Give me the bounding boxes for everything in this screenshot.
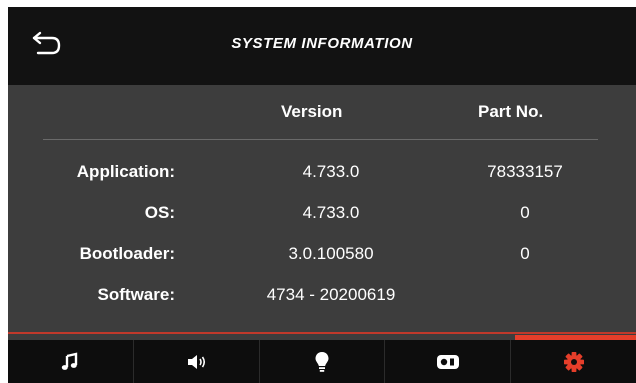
tab-audio[interactable] [134,340,260,383]
tab-music[interactable] [8,340,134,383]
row-label: Application: [76,162,175,181]
page-title: SYSTEM INFORMATION [231,35,413,52]
header-bar: SYSTEM INFORMATION [8,7,636,85]
light-bulb-icon [315,351,329,372]
row-version: 3.0.100580 [288,244,374,263]
bottom-nav [8,340,636,383]
speaker-icon [188,354,206,369]
tab-lighting[interactable] [260,340,386,383]
row-part-no: 0 [520,203,530,222]
tab-source[interactable] [385,340,512,383]
tab-settings[interactable] [511,340,636,383]
row-part-no: 78333157 [487,162,563,181]
header-divider [43,139,598,140]
column-header-part-no: Part No. [478,102,544,121]
row-label: OS: [144,203,175,222]
row-version: 4734 - 20200619 [266,285,396,304]
column-header-version: Version [281,102,343,121]
media-source-icon [436,354,459,369]
music-note-icon [62,352,78,370]
gear-icon [563,351,584,372]
row-version: 4.733.0 [302,203,360,222]
system-info-screen: SYSTEM INFORMATION Version Part No. Appl… [8,7,636,383]
row-label: Software: [97,285,175,304]
row-version: 4.733.0 [302,162,360,181]
row-part-no: 0 [520,244,530,263]
footer-divider [8,332,636,334]
row-label: Bootloader: [79,244,175,263]
